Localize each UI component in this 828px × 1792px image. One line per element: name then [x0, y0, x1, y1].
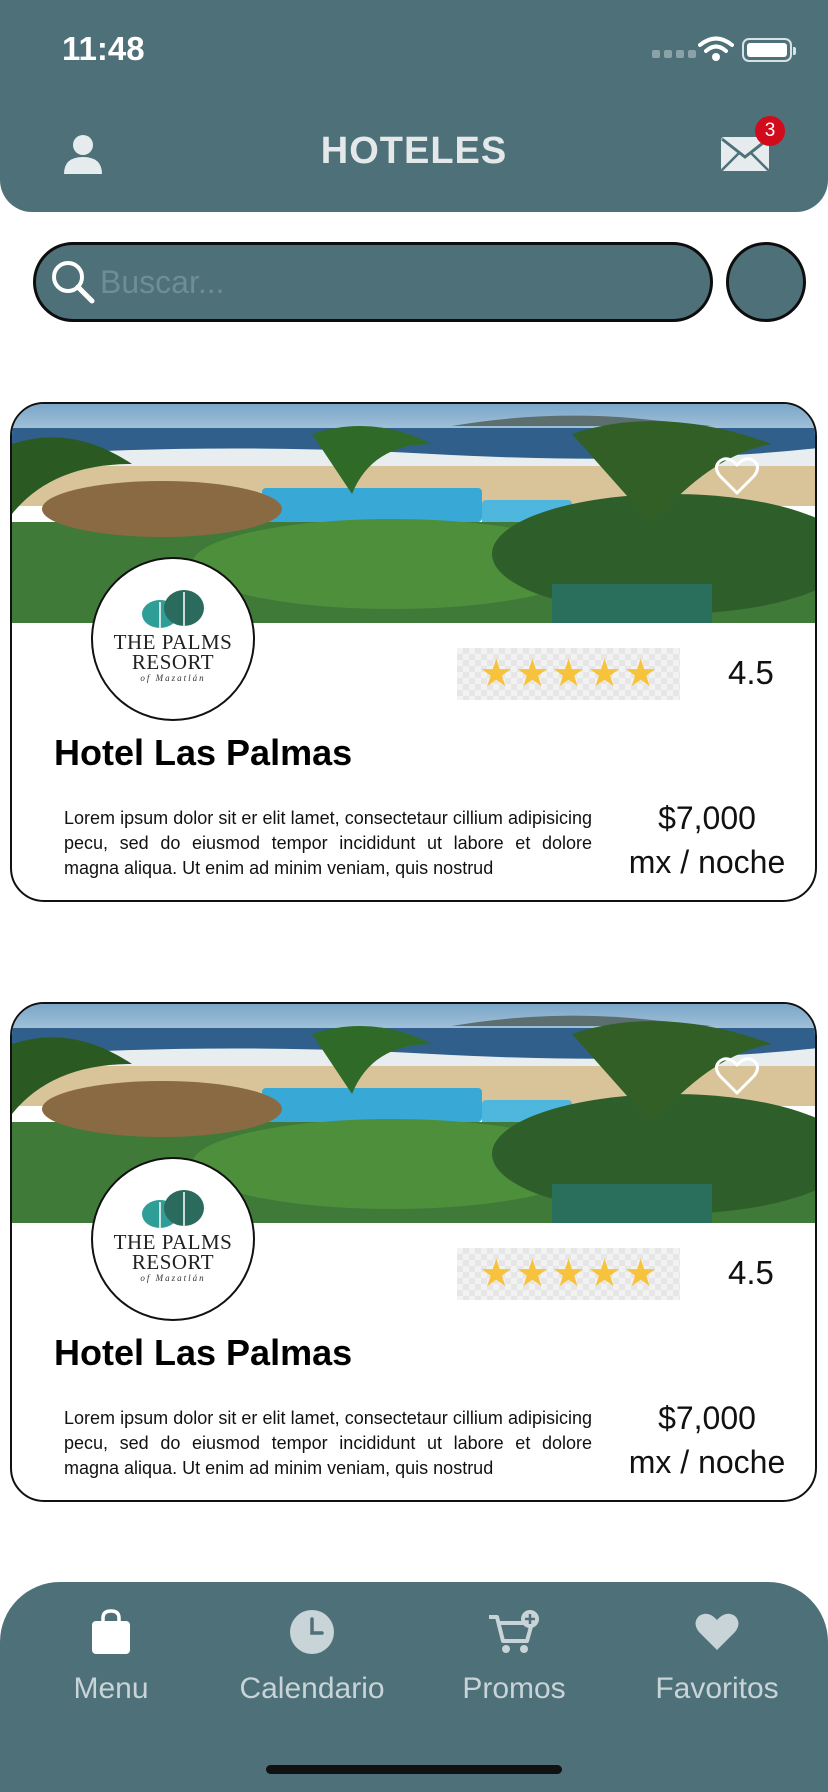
- nav-label: Calendario: [239, 1672, 385, 1705]
- logo-line1: THE PALMS: [113, 1229, 233, 1254]
- rating-value: 4.5: [728, 1254, 774, 1291]
- palm-leaf-icon: [142, 1189, 204, 1228]
- star-icon: ★: [623, 653, 658, 695]
- home-indicator[interactable]: [266, 1765, 562, 1774]
- price-unit: mx / noche: [628, 1444, 786, 1480]
- bottom-nav: Menu Calendario Promos Favoritos: [0, 1582, 828, 1792]
- wifi-icon: [698, 36, 734, 61]
- star-rating: ★ ★ ★ ★ ★: [457, 1248, 680, 1300]
- cellular-signal-icon: [652, 50, 696, 58]
- hotel-name[interactable]: Hotel Las Palmas: [54, 1332, 352, 1374]
- star-icon: ★: [587, 1253, 622, 1295]
- hotel-logo: THE PALMS RESORT of Mazatlán: [91, 1157, 255, 1321]
- logo-line3: of Mazatlán: [140, 1272, 206, 1283]
- star-icon: ★: [515, 1253, 550, 1295]
- hotel-description: Lorem ipsum dolor sit er elit lamet, con…: [64, 1408, 592, 1478]
- nav-label: Promos: [462, 1672, 566, 1705]
- hotel-card[interactable]: THE PALMS RESORT of Mazatlán ★ ★ ★ ★ ★ 4…: [10, 1002, 817, 1502]
- search-bar[interactable]: [33, 242, 713, 322]
- star-rating: ★ ★ ★ ★ ★: [457, 648, 680, 700]
- search-input[interactable]: [100, 259, 680, 305]
- search-icon: [52, 261, 95, 304]
- price-value: $7,000: [658, 800, 756, 836]
- price-unit: mx / noche: [628, 844, 786, 880]
- palm-leaf-icon: [142, 589, 204, 628]
- nav-item-menu[interactable]: Menu: [11, 1604, 211, 1706]
- heart-outline-icon[interactable]: [715, 1056, 759, 1096]
- logo-line3: of Mazatlán: [140, 672, 206, 683]
- hotel-card[interactable]: THE PALMS RESORT of Mazatlán ★ ★ ★ ★ ★ 4…: [10, 402, 817, 902]
- star-icon: ★: [479, 1253, 514, 1295]
- price-value: $7,000: [658, 1400, 756, 1436]
- hotel-name[interactable]: Hotel Las Palmas: [54, 732, 352, 774]
- app-header: 11:48 HOTELES 3: [0, 0, 828, 212]
- cart-add-icon: [489, 1610, 539, 1653]
- nav-item-calendario[interactable]: Calendario: [212, 1604, 412, 1706]
- bag-icon: [92, 1609, 130, 1654]
- battery-icon: [742, 38, 796, 62]
- star-icon: ★: [623, 1253, 658, 1295]
- logo-line2: RESORT: [131, 1249, 215, 1274]
- star-icon: ★: [515, 653, 550, 695]
- page-title: HOTELES: [320, 130, 508, 172]
- heart-outline-icon[interactable]: [715, 456, 759, 496]
- clock-icon: [290, 1610, 334, 1654]
- price-block: $7,000 mx / noche: [607, 796, 807, 884]
- rating-value: 4.5: [728, 654, 774, 691]
- heart-icon: [695, 1613, 739, 1650]
- nav-label: Menu: [73, 1672, 149, 1705]
- filter-button[interactable]: [726, 242, 806, 322]
- star-icon: ★: [551, 653, 586, 695]
- star-icon: ★: [479, 653, 514, 695]
- status-time: 11:48: [62, 30, 145, 67]
- star-icon: ★: [551, 1253, 586, 1295]
- nav-label: Favoritos: [655, 1672, 779, 1705]
- logo-line2: RESORT: [131, 649, 215, 674]
- nav-item-promos[interactable]: Promos: [414, 1604, 614, 1706]
- nav-item-favoritos[interactable]: Favoritos: [617, 1604, 817, 1706]
- notification-badge: 3: [755, 116, 785, 146]
- star-icon: ★: [587, 653, 622, 695]
- logo-line1: THE PALMS: [113, 629, 233, 654]
- hotel-logo: THE PALMS RESORT of Mazatlán: [91, 557, 255, 721]
- hotel-description: Lorem ipsum dolor sit er elit lamet, con…: [64, 808, 592, 878]
- price-block: $7,000 mx / noche: [607, 1396, 807, 1484]
